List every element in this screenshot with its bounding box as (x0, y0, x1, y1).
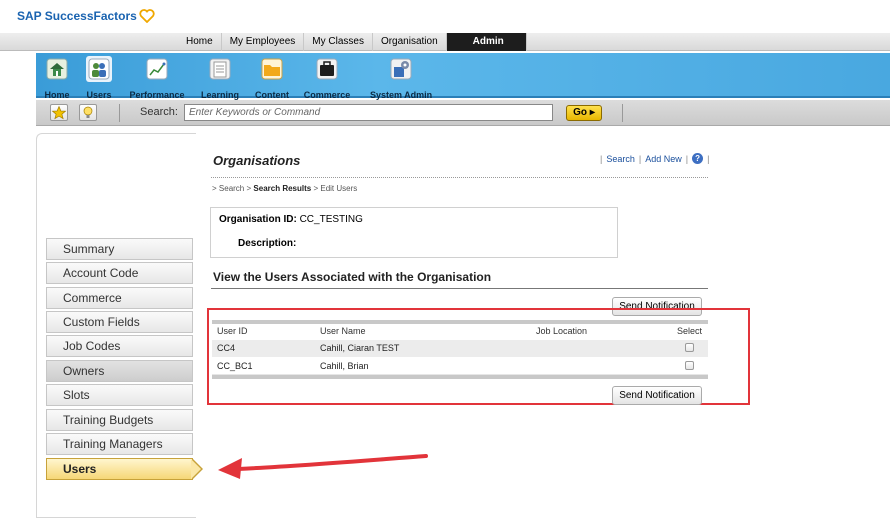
breadcrumb-current: Edit Users (320, 184, 358, 193)
page-title: Organisations (213, 153, 301, 168)
breadcrumb-search[interactable]: Search (219, 184, 244, 193)
sidebar-item-job-codes[interactable]: Job Codes (46, 335, 193, 357)
breadcrumb-separator: > (212, 184, 217, 193)
toolbar-divider (119, 104, 120, 122)
sidebar-item-account-code[interactable]: Account Code (46, 262, 193, 284)
lightbulb-icon (83, 106, 93, 118)
module-label: System Admin (370, 90, 433, 100)
brand-logo[interactable]: SAP SuccessFactors (17, 9, 155, 23)
search-input[interactable] (184, 104, 553, 121)
add-new-link[interactable]: Add New (645, 154, 682, 164)
module-label: Content (255, 90, 289, 100)
module-learning[interactable]: Learning (200, 56, 240, 100)
sidebar: Summary Account Code Commerce Custom Fie… (36, 133, 203, 518)
search-link[interactable]: Search (606, 154, 635, 164)
content-folder-icon (261, 58, 283, 80)
org-id-label: Organisation ID: (219, 214, 297, 225)
sidebar-item-users[interactable]: Users (46, 458, 203, 480)
home-icon (46, 58, 68, 80)
briefcase-icon (316, 58, 338, 80)
org-description-label: Description: (238, 238, 297, 249)
heart-logo-icon (139, 9, 155, 23)
column-header-user-id: User ID (217, 326, 248, 336)
play-arrow-icon: ▸ (589, 107, 595, 118)
sidebar-item-training-budgets[interactable]: Training Budgets (46, 409, 193, 431)
table-row: CC4 Cahill, Ciaran TEST (212, 340, 708, 357)
link-separator: | (638, 153, 642, 164)
nav-tab-my-classes[interactable]: My Classes (304, 33, 373, 51)
brand-name: SAP SuccessFactors (17, 9, 137, 23)
sidebar-item-custom-fields[interactable]: Custom Fields (46, 311, 193, 333)
module-label: Commerce (303, 90, 351, 100)
help-icon[interactable]: ? (692, 153, 704, 164)
row-select-checkbox[interactable] (685, 343, 694, 352)
module-label: Users (86, 90, 112, 100)
search-toolbar: Search: Go ▸ (36, 100, 890, 126)
column-header-select: Select (677, 326, 703, 336)
star-icon (51, 105, 67, 120)
favorites-star-button[interactable] (50, 104, 68, 121)
module-bar: Home Users Performance Learning Content … (36, 53, 890, 100)
sidebar-item-slots[interactable]: Slots (46, 384, 193, 406)
module-content[interactable]: Content (252, 56, 292, 100)
system-admin-icon (390, 58, 412, 80)
nav-tab-my-employees[interactable]: My Employees (222, 33, 305, 51)
link-separator: | (707, 153, 710, 164)
organisation-info: Organisation ID: CC_TESTING Description: (210, 207, 618, 258)
cell-user-name: Cahill, Ciaran TEST (320, 343, 400, 353)
learning-document-icon (209, 58, 231, 80)
module-commerce[interactable]: Commerce (302, 56, 352, 100)
toolbar-divider (622, 104, 623, 122)
module-users[interactable]: Users (82, 56, 116, 100)
module-label: Performance (129, 90, 185, 100)
nav-tab-home[interactable]: Home (162, 33, 222, 51)
sidebar-item-summary[interactable]: Summary (46, 238, 193, 260)
cell-user-id: CC_BC1 (217, 361, 253, 371)
module-home[interactable]: Home (40, 56, 74, 100)
users-icon (88, 58, 110, 80)
module-performance[interactable]: Performance (128, 56, 186, 100)
table-row: CC_BC1 Cahill, Brian (212, 358, 708, 375)
sidebar-item-training-managers[interactable]: Training Managers (46, 433, 193, 455)
idea-bulb-button[interactable] (79, 104, 97, 121)
link-separator: | (600, 153, 603, 164)
table-bottom-bar (212, 375, 708, 379)
breadcrumb-search-results[interactable]: Search Results (253, 184, 311, 193)
annotation-arrow-icon (218, 454, 428, 479)
org-id-row: Organisation ID: CC_TESTING (219, 214, 363, 225)
row-select-checkbox[interactable] (685, 361, 694, 370)
breadcrumb: > Search > Search Results > Edit Users (212, 184, 357, 193)
section-divider (211, 288, 708, 289)
global-nav: Home My Employees My Classes Organisatio… (0, 33, 890, 51)
nav-tab-admin[interactable]: Admin (446, 33, 527, 51)
page-links: | Search | Add New | ? | (600, 153, 709, 164)
cell-user-id: CC4 (217, 343, 236, 353)
search-label: Search: (140, 106, 178, 118)
column-header-user-name: User Name (320, 326, 366, 336)
module-label: Learning (200, 90, 239, 100)
sidebar-item-commerce[interactable]: Commerce (46, 287, 193, 309)
org-id-value: CC_TESTING (299, 214, 363, 225)
performance-chart-icon (146, 58, 168, 80)
go-button[interactable]: Go ▸ (566, 105, 602, 121)
column-header-job-location: Job Location (536, 326, 588, 336)
breadcrumb-separator: > (313, 184, 319, 193)
send-notification-button-bottom[interactable]: Send Notification (612, 386, 702, 405)
nav-tab-organisation[interactable]: Organisation (373, 33, 447, 51)
module-system-admin[interactable]: System Admin (370, 56, 433, 100)
section-title: View the Users Associated with the Organ… (213, 270, 492, 284)
breadcrumb-separator: > (246, 184, 252, 193)
table-header: User ID User Name Job Location Select (212, 324, 708, 339)
title-divider (211, 177, 708, 178)
cell-user-name: Cahill, Brian (320, 361, 369, 371)
sidebar-item-owners[interactable]: Owners (46, 360, 193, 382)
go-label: Go (573, 107, 588, 118)
link-separator: | (685, 153, 689, 164)
module-label: Home (44, 90, 70, 100)
